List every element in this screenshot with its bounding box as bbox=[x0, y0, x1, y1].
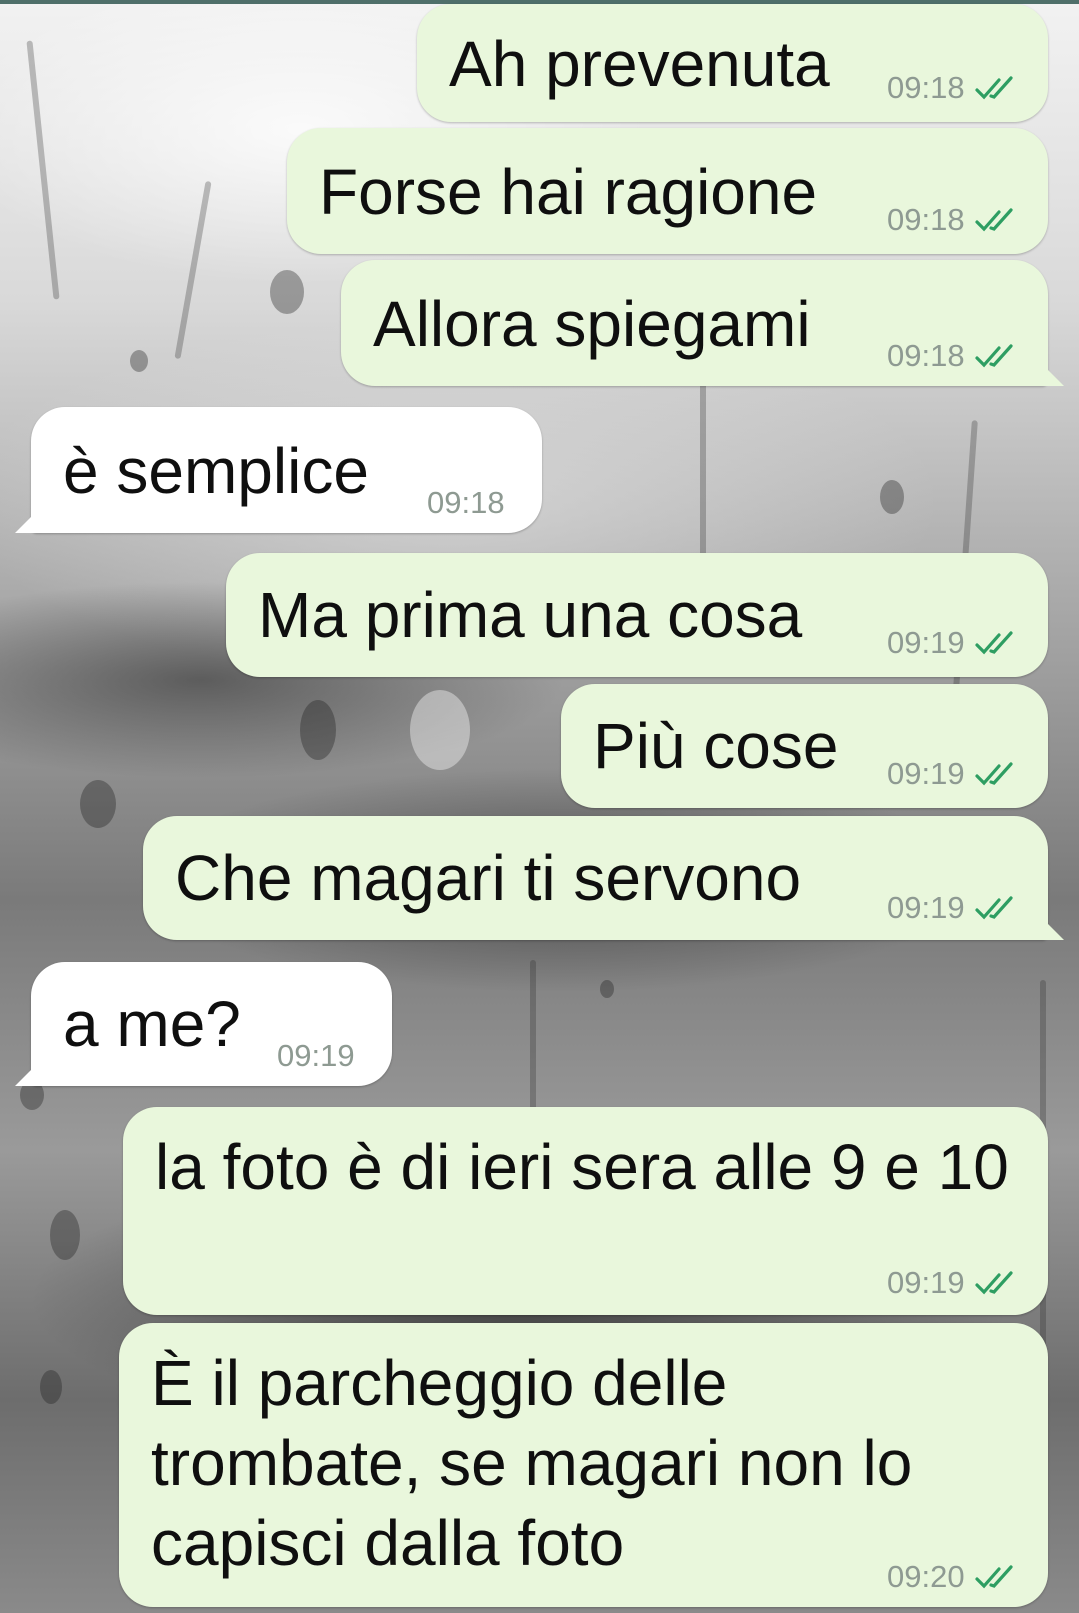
message-bubble-outgoing[interactable]: È il parcheggio delle trombate, se magar… bbox=[119, 1323, 1048, 1607]
message-time: 09:19 bbox=[887, 890, 965, 925]
double-check-icon bbox=[974, 1565, 1013, 1589]
message-bubble-incoming[interactable]: a me? 09:19 bbox=[15, 962, 392, 1086]
message-bubble-outgoing[interactable]: la foto è di ieri sera alle 9 e 10 09:19 bbox=[123, 1107, 1048, 1315]
message-meta: 09:19 bbox=[887, 1265, 1021, 1301]
message-bubble-outgoing[interactable]: Ah prevenuta 09:18 bbox=[417, 4, 1048, 122]
message-meta: 09:19 bbox=[277, 1038, 355, 1074]
message-time: 09:18 bbox=[887, 338, 965, 373]
message-meta: 09:18 bbox=[427, 485, 505, 521]
message-meta: 09:18 bbox=[887, 202, 1021, 238]
message-text: è semplice bbox=[63, 435, 369, 507]
message-time: 09:19 bbox=[887, 756, 965, 791]
message-meta: 09:20 bbox=[887, 1559, 1021, 1595]
double-check-icon bbox=[974, 76, 1013, 100]
message-time: 09:18 bbox=[887, 70, 965, 105]
message-time: 09:18 bbox=[887, 202, 965, 237]
message-bubble-outgoing[interactable]: Più cose 09:19 bbox=[561, 684, 1048, 808]
double-check-icon bbox=[974, 208, 1013, 232]
message-bubble-outgoing[interactable]: Che magari ti servono 09:19 bbox=[143, 816, 1064, 940]
double-check-icon bbox=[974, 762, 1013, 786]
message-text: a me? bbox=[63, 988, 241, 1060]
message-time: 09:20 bbox=[887, 1559, 965, 1594]
message-meta: 09:19 bbox=[887, 890, 1021, 926]
message-bubble-outgoing[interactable]: Ma prima una cosa 09:19 bbox=[226, 553, 1048, 677]
message-text: Che magari ti servono bbox=[175, 842, 802, 914]
message-text: Ah prevenuta bbox=[449, 28, 830, 100]
message-meta: 09:19 bbox=[887, 625, 1021, 661]
message-text: Ma prima una cosa bbox=[258, 579, 803, 651]
message-time: 09:19 bbox=[887, 1265, 965, 1300]
double-check-icon bbox=[974, 896, 1013, 920]
message-time: 09:19 bbox=[277, 1038, 355, 1073]
message-bubble-incoming[interactable]: è semplice 09:18 bbox=[15, 407, 542, 533]
message-text: la foto è di ieri sera alle 9 e 10 bbox=[155, 1131, 1009, 1203]
message-meta: 09:19 bbox=[887, 756, 1021, 792]
message-time: 09:19 bbox=[887, 625, 965, 660]
double-check-icon bbox=[974, 344, 1013, 368]
message-text: Più cose bbox=[593, 710, 839, 782]
double-check-icon bbox=[974, 1271, 1013, 1295]
message-bubble-outgoing[interactable]: Allora spiegami 09:18 bbox=[341, 260, 1064, 386]
message-time: 09:18 bbox=[427, 485, 505, 520]
message-bubble-outgoing[interactable]: Forse hai ragione 09:18 bbox=[287, 128, 1048, 254]
message-text: Forse hai ragione bbox=[319, 156, 818, 228]
message-meta: 09:18 bbox=[887, 338, 1021, 374]
message-text: È il parcheggio delle trombate, se magar… bbox=[151, 1347, 913, 1579]
double-check-icon bbox=[974, 631, 1013, 655]
message-text: Allora spiegami bbox=[373, 288, 811, 360]
message-meta: 09:18 bbox=[887, 70, 1021, 106]
